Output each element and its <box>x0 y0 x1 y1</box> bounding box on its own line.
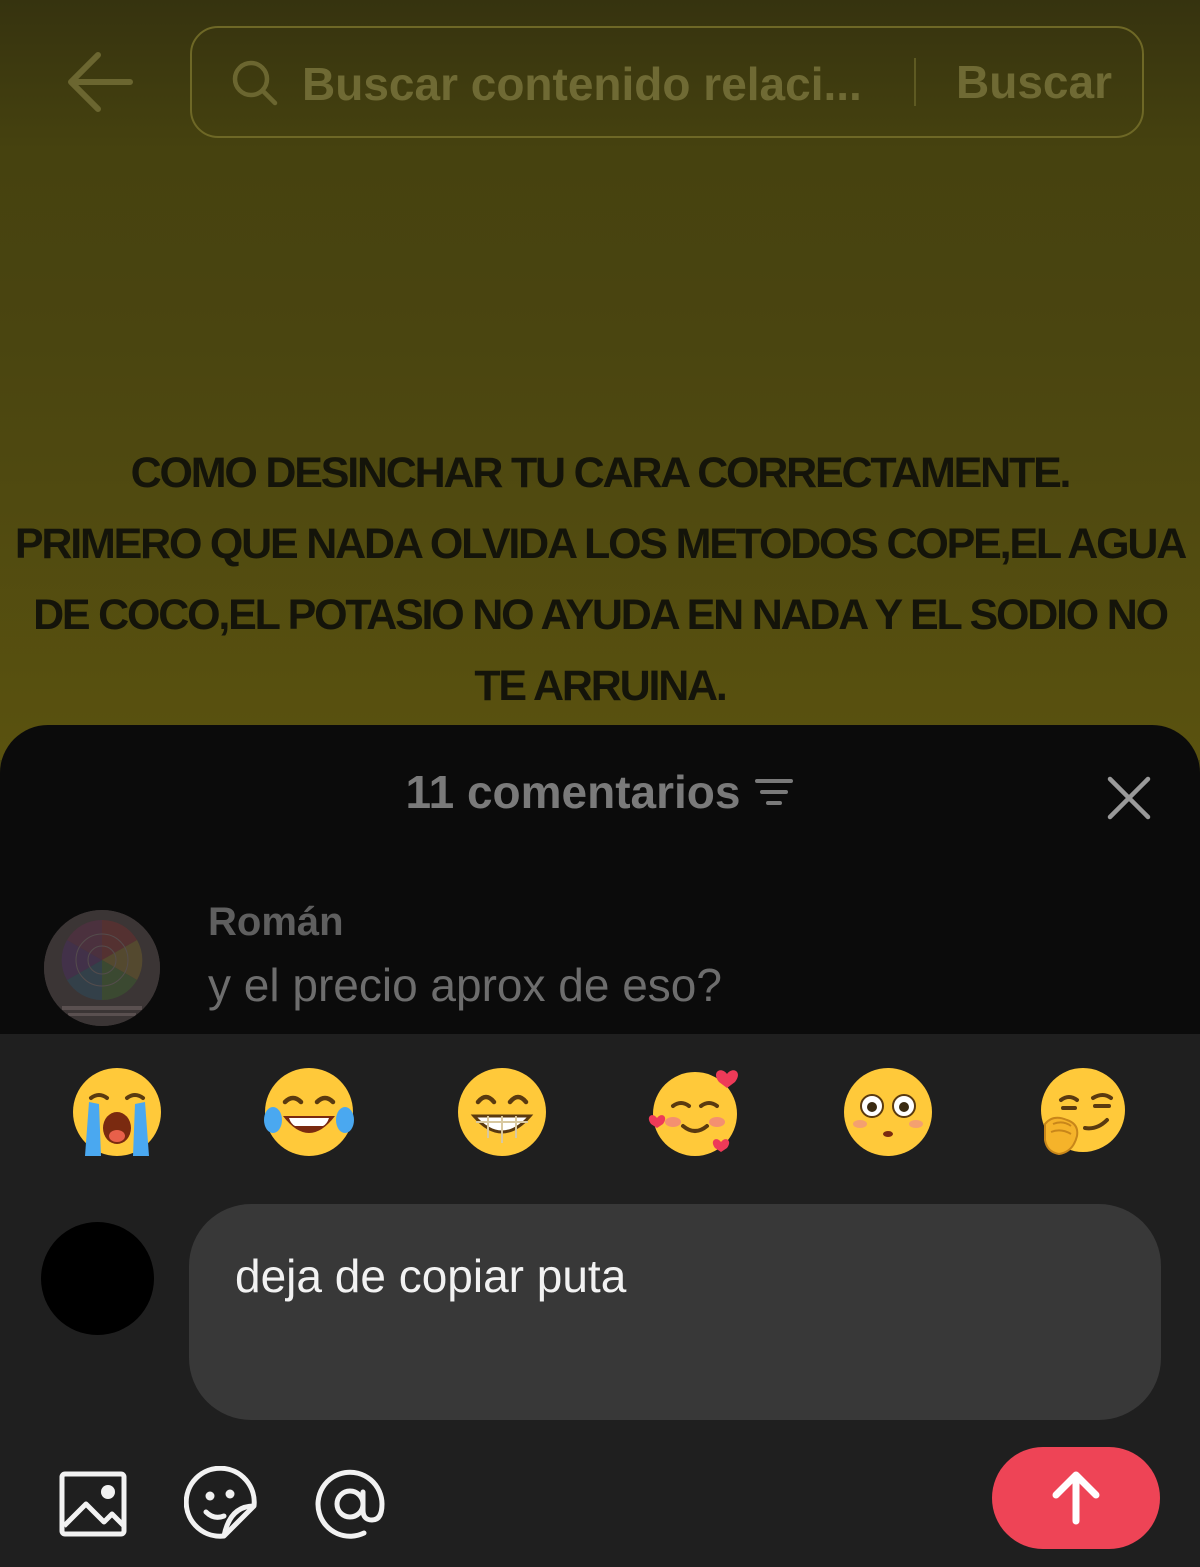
comment-username[interactable]: Román <box>208 900 344 945</box>
smirking-hand-over-mouth-face-icon[interactable] <box>1033 1064 1129 1160</box>
search-bar: Buscar <box>190 26 1144 138</box>
mention-icon[interactable] <box>312 1466 388 1542</box>
caption-line: DE COCO,EL POTASIO NO AYUDA EN NADA Y EL… <box>33 591 1169 639</box>
loudly-crying-face-icon[interactable] <box>69 1064 165 1160</box>
user-avatar <box>41 1222 154 1335</box>
send-button[interactable] <box>992 1447 1160 1549</box>
sticker-icon[interactable] <box>184 1466 260 1542</box>
caption-line: PRIMERO QUE NADA OLVIDA LOS METODOS COPE… <box>14 520 1187 568</box>
image-icon[interactable] <box>56 1466 132 1542</box>
back-arrow-icon <box>68 52 133 112</box>
face-with-tears-of-joy-icon[interactable] <box>261 1064 357 1160</box>
flushed-face-icon[interactable] <box>840 1064 936 1160</box>
avatar-image <box>44 910 160 1026</box>
back-button[interactable] <box>60 45 140 120</box>
video-caption-text: COMO DESINCHAR TU CARA CORRECTAMENTE. PR… <box>0 438 1200 722</box>
filter-icon <box>755 779 794 805</box>
search-divider <box>914 58 916 106</box>
sort-comments-button[interactable]: 11 comentarios <box>406 765 795 819</box>
close-icon <box>1107 776 1151 820</box>
comment-composer <box>0 1034 1200 1567</box>
comments-header: 11 comentarios <box>0 765 1200 835</box>
search-input[interactable] <box>302 54 892 114</box>
caption-line: TE ARRUINA. <box>474 662 728 710</box>
smiling-face-with-hearts-icon[interactable] <box>647 1064 743 1160</box>
search-button[interactable]: Buscar <box>934 50 1134 114</box>
comment-input[interactable] <box>235 1246 1095 1306</box>
beaming-face-icon[interactable] <box>454 1064 550 1160</box>
arrow-up-icon <box>1052 1471 1100 1525</box>
commenter-avatar[interactable] <box>44 910 160 1026</box>
close-button[interactable] <box>1104 773 1154 823</box>
comment-input-box <box>189 1204 1161 1420</box>
comment-item: Román y el precio aprox de eso? <box>0 895 1200 1035</box>
comment-count: 11 comentarios <box>405 766 741 818</box>
comment-text: y el precio aprox de eso? <box>208 959 722 1011</box>
search-icon <box>232 60 278 106</box>
caption-line: COMO DESINCHAR TU CARA CORRECTAMENTE. <box>130 449 1072 497</box>
